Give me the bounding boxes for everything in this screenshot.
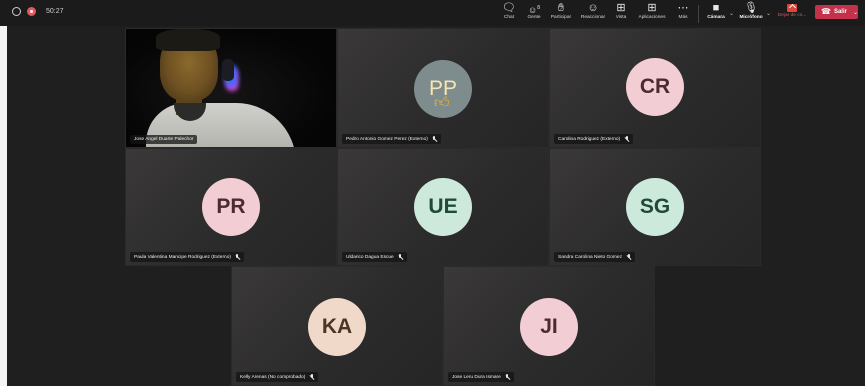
thumbs-up-reaction-icon: 👍︎ (434, 94, 450, 111)
meeting-status: 50:27 (12, 7, 64, 16)
more-icon: ⋯ (677, 2, 689, 14)
mic-off-icon (309, 374, 314, 380)
shield-icon (12, 7, 21, 16)
share-screen-icon (787, 4, 798, 12)
mic-off-icon (505, 374, 510, 380)
stop-sharing-button[interactable]: Dejar de co... (775, 2, 809, 20)
participant-name: Kelly Arenas (No comprobado) (240, 374, 306, 380)
apps-icon: ⊞ (647, 2, 657, 14)
chat-icon: 🗨︎ (502, 2, 516, 14)
window-edge (0, 26, 7, 386)
react-label: Reaccionar (580, 15, 606, 20)
participant-tile[interactable]: UE Uldarico Dagua Escue (337, 148, 549, 266)
avatar-initials: KA (321, 315, 353, 338)
participant-name-tag: Jose Angel Duarte Palechor (130, 135, 198, 144)
leave-button[interactable]: ☎ Salir ⌄ (815, 5, 858, 19)
avatar: PP 👍︎ (414, 60, 472, 118)
participant-tile[interactable]: PR Paula Valentina Mancipe Rodriguez (Ex… (125, 148, 337, 266)
phone-hangup-icon: ☎ (821, 7, 831, 16)
people-count: 8 (537, 5, 540, 11)
avatar: KA (308, 298, 366, 356)
grid-view-icon: ⊞ (616, 2, 626, 14)
recording-icon (27, 7, 36, 16)
view-label: Vista (615, 15, 627, 20)
participant-name: Paula Valentina Mancipe Rodriguez (Exter… (134, 254, 231, 260)
participant-name: Jose Angel Duarte Palechor (134, 137, 194, 142)
camera-button[interactable]: ■ Cámara (705, 2, 727, 22)
mic-off-icon (398, 254, 403, 260)
participant-name-tag: Pedro Antonio Gomez Perez (Externo) (342, 134, 441, 144)
participant-name: Pedro Antonio Gomez Perez (Externo) (346, 136, 428, 142)
participant-name: Carolina Rodriguez (Externo) (558, 136, 621, 142)
camera-options-chevron-icon[interactable]: ⌄ (729, 10, 734, 17)
camera-label: Cámara (707, 15, 725, 20)
mic-options-chevron-icon[interactable]: ⌄ (766, 10, 771, 17)
avatar: SG (626, 178, 684, 236)
avatar: JI (520, 298, 578, 356)
people-label: Gente (527, 15, 541, 20)
microphone-button[interactable]: 🎙︎ Micrófono (738, 2, 764, 22)
raise-hand-label: Participar (550, 15, 572, 20)
participant-name-tag: Sandra Carolina Nieto Gomez (554, 252, 635, 262)
participant-name: Sandra Carolina Nieto Gomez (558, 254, 622, 260)
participant-tile[interactable]: KA Kelly Arenas (No comprobado) (231, 266, 443, 386)
headset-icon (222, 59, 234, 81)
chat-button[interactable]: 🗨︎ Chat (498, 2, 520, 22)
people-button[interactable]: ☺8 Gente (524, 2, 544, 22)
avatar-initials: SG (639, 195, 671, 218)
mic-off-icon (624, 136, 629, 142)
raise-hand-icon: ✋︎ (557, 2, 565, 14)
participant-tile[interactable]: SG Sandra Carolina Nieto Gomez (549, 148, 761, 266)
people-icon: ☺8 (528, 5, 540, 15)
apps-label: Aplicaciones (638, 15, 666, 20)
participant-video-image (126, 29, 336, 147)
mic-off-icon (235, 254, 240, 260)
microphone-label: Micrófono (739, 15, 763, 20)
camera-icon: ■ (712, 2, 720, 14)
more-button[interactable]: ⋯ Más (674, 2, 692, 22)
avatar-initials: UE (428, 195, 458, 218)
participant-name: Uldarico Dagua Escue (346, 254, 394, 260)
leave-options-chevron-icon[interactable]: ⌄ (853, 9, 858, 16)
avatar: CR (626, 58, 684, 116)
emoji-icon: ☺ (587, 2, 599, 14)
toolbar-divider (698, 5, 699, 23)
participant-name-tag: Kelly Arenas (No comprobado) (236, 372, 319, 382)
participant-name-tag: Carolina Rodriguez (Externo) (554, 134, 634, 144)
avatar-initials: PR (216, 195, 246, 218)
participant-tile[interactable]: JI Jose Leru Dura Ismare (443, 266, 655, 386)
raise-hand-button[interactable]: ✋︎ Participar (548, 2, 574, 22)
toolbar-controls: 🗨︎ Chat ☺8 Gente ✋︎ Participar ☺ Reaccio… (498, 2, 813, 23)
participant-name-tag: Jose Leru Dura Ismare (448, 372, 514, 382)
more-label: Más (678, 15, 688, 20)
chat-label: Chat (503, 15, 515, 20)
meeting-timer: 50:27 (46, 8, 64, 15)
leave-label: Salir (833, 9, 847, 15)
view-button[interactable]: ⊞ Vista (612, 2, 630, 22)
mic-off-icon (432, 136, 437, 142)
avatar-initials: CR (639, 75, 671, 98)
participant-name-tag: Uldarico Dagua Escue (342, 252, 407, 262)
participant-name: Jose Leru Dura Ismare (452, 374, 501, 380)
avatar-initials: JI (540, 315, 558, 338)
microphone-icon: 🎙︎ (744, 2, 759, 14)
meeting-toolbar: 50:27 🗨︎ Chat ☺8 Gente ✋︎ Participar ☺ R… (0, 0, 865, 26)
avatar: UE (414, 178, 472, 236)
teams-meeting-window: 50:27 🗨︎ Chat ☺8 Gente ✋︎ Participar ☺ R… (0, 0, 865, 386)
participant-tile[interactable]: CR Carolina Rodriguez (Externo) (549, 28, 761, 148)
participant-name-tag: Paula Valentina Mancipe Rodriguez (Exter… (130, 252, 244, 262)
stop-sharing-label: Dejar de co... (777, 13, 807, 18)
participant-tile-video[interactable]: Jose Angel Duarte Palechor (125, 28, 337, 148)
participant-tile[interactable]: PP 👍︎ Pedro Antonio Gomez Perez (Externo… (337, 28, 549, 148)
mic-off-icon (626, 254, 631, 260)
apps-button[interactable]: ⊞ Aplicaciones (634, 2, 670, 22)
avatar: PR (202, 178, 260, 236)
react-button[interactable]: ☺ Reaccionar (578, 2, 608, 22)
